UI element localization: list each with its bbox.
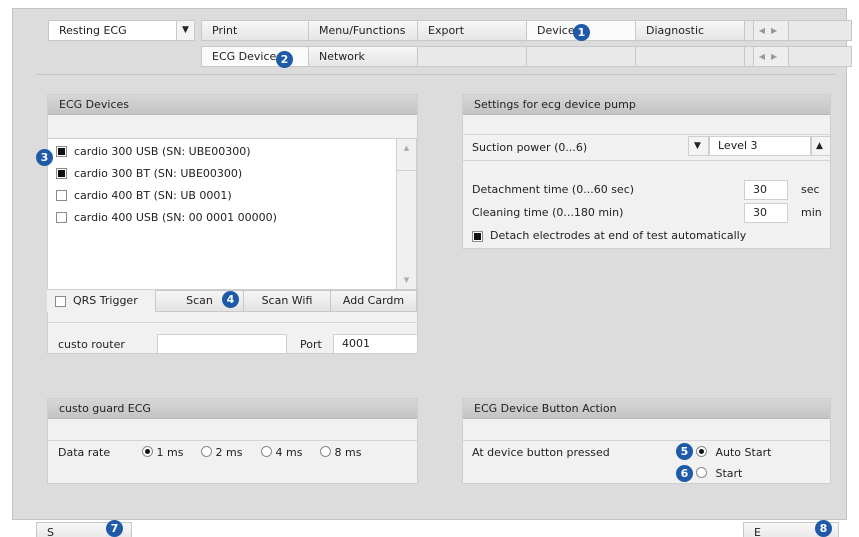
ecg-device-list: cardio 300 USB (SN: UBE00300) cardio 300…	[47, 138, 397, 290]
callout-badge-8: 8	[815, 520, 832, 537]
ecg-devices-title: ECG Devices	[48, 95, 417, 115]
cleaning-time-input[interactable]: 30	[744, 203, 788, 223]
qrs-trigger-label: QRS Trigger	[73, 294, 138, 307]
rate-label: 1 ms	[156, 446, 184, 459]
tab-divider	[36, 74, 836, 75]
tab-scroll-arrows-icon[interactable]: ◀▶	[753, 20, 789, 41]
device-label: cardio 300 USB (SN: UBE00300)	[74, 144, 251, 158]
detachment-unit: sec	[801, 183, 820, 196]
port-input[interactable]: 4001	[333, 334, 418, 354]
callout-badge-3: 3	[36, 149, 53, 166]
detach-auto-checkbox[interactable]	[472, 230, 483, 242]
rate-radio[interactable]	[261, 446, 272, 457]
detach-auto-label: Detach electrodes at end of test automat…	[490, 229, 747, 242]
qrs-trigger-checkbox[interactable]	[55, 295, 66, 307]
rate-label: 4 ms	[275, 446, 303, 459]
callout-badge-7: 7	[106, 520, 123, 537]
button-pressed-label: At device button pressed	[472, 446, 610, 459]
tab-export[interactable]: Export	[417, 20, 526, 41]
device-checkbox[interactable]	[56, 167, 67, 179]
suction-row-divider	[462, 160, 831, 161]
rate-option-2ms[interactable]: 2 ms	[201, 446, 242, 460]
start-radio[interactable]	[696, 467, 707, 478]
auto-start-option[interactable]: Auto Start	[696, 446, 771, 460]
device-checkbox[interactable]	[56, 145, 67, 157]
device-list-scrollbar[interactable]: ▲ ▼	[397, 138, 417, 290]
callout-badge-1: 1	[573, 24, 590, 41]
list-item[interactable]: cardio 400 USB (SN: 00 0001 00000)	[56, 209, 277, 225]
pump-settings-title: Settings for ecg device pump	[463, 95, 830, 115]
sub-tab-blank-3	[635, 46, 744, 67]
guard-ecg-panel: custo guard ECG	[47, 398, 418, 484]
scroll-down-icon[interactable]: ▼	[397, 271, 416, 289]
mode-select[interactable]: Resting ECG ▼	[48, 20, 195, 41]
rate-radio[interactable]	[142, 446, 153, 457]
rate-option-8ms[interactable]: 8 ms	[320, 446, 361, 460]
router-label: custo router	[58, 338, 125, 351]
cleaning-unit: min	[801, 206, 822, 219]
scrollbar-thumb[interactable]	[397, 157, 416, 171]
suction-power-label: Suction power (0...6)	[472, 141, 588, 154]
suction-power-value[interactable]: Level 3	[709, 136, 811, 156]
mode-select-value: Resting ECG	[59, 24, 127, 37]
rate-label: 2 ms	[215, 446, 243, 459]
list-item[interactable]: cardio 400 BT (SN: UB 0001)	[56, 187, 232, 203]
guard-ecg-title: custo guard ECG	[48, 399, 417, 419]
sub-tab-blank-1	[417, 46, 526, 67]
rate-radio[interactable]	[201, 446, 212, 457]
qrs-trigger-option[interactable]: QRS Trigger	[47, 290, 155, 312]
pump-row-divider	[462, 134, 831, 135]
port-label: Port	[300, 338, 322, 351]
app-window: Resting ECG ▼ Print Menu/Functions Expor…	[0, 0, 859, 537]
tab-network[interactable]: Network	[308, 46, 417, 67]
rate-option-4ms[interactable]: 4 ms	[261, 446, 302, 460]
suction-down-icon[interactable]: ▼	[688, 136, 709, 156]
detachment-time-input[interactable]: 30	[744, 180, 788, 200]
scroll-up-icon[interactable]: ▲	[397, 139, 416, 157]
tab-diagnostic[interactable]: Diagnostic	[635, 20, 744, 41]
button-action-panel: ECG Device Button Action	[462, 398, 831, 484]
suction-up-icon[interactable]: ▲	[811, 136, 831, 156]
detachment-time-label: Detachment time (0...60 sec)	[472, 183, 635, 196]
list-item[interactable]: cardio 300 BT (SN: UBE00300)	[56, 165, 242, 181]
device-checkbox[interactable]	[56, 211, 67, 223]
subtab-scroll-arrows-icon[interactable]: ◀▶	[753, 46, 789, 67]
action-row-divider	[462, 440, 831, 441]
detach-auto-option[interactable]: Detach electrodes at end of test automat…	[472, 229, 746, 243]
cleaning-time-label: Cleaning time (0...180 min)	[472, 206, 624, 219]
tab-menu-functions[interactable]: Menu/Functions	[308, 20, 417, 41]
start-label: Start	[715, 467, 743, 480]
router-input[interactable]	[157, 334, 287, 354]
pump-settings-panel: Settings for ecg device pump	[462, 94, 831, 249]
tab-print[interactable]: Print	[201, 20, 308, 41]
rate-radio[interactable]	[320, 446, 331, 457]
start-option[interactable]: Start	[696, 467, 742, 481]
callout-badge-6: 6	[676, 465, 693, 482]
device-checkbox[interactable]	[56, 189, 67, 201]
list-item[interactable]: cardio 300 USB (SN: UBE00300)	[56, 143, 251, 159]
rate-label: 8 ms	[334, 446, 362, 459]
auto-start-radio[interactable]	[696, 446, 707, 457]
router-row-divider	[48, 322, 418, 323]
guard-row-divider	[47, 440, 418, 441]
callout-badge-2: 2	[276, 51, 293, 68]
scan-wifi-button[interactable]: Scan Wifi	[243, 290, 330, 312]
device-label: cardio 300 BT (SN: UBE00300)	[74, 166, 243, 180]
device-label: cardio 400 BT (SN: UB 0001)	[74, 188, 232, 202]
device-label: cardio 400 USB (SN: 00 0001 00000)	[74, 210, 277, 224]
button-action-title: ECG Device Button Action	[463, 399, 830, 419]
chevron-down-icon[interactable]: ▼	[176, 21, 194, 40]
sub-tab-blank-2	[526, 46, 635, 67]
data-rate-label: Data rate	[58, 446, 111, 459]
add-cardm-button[interactable]: Add Cardm	[330, 290, 417, 312]
auto-start-label: Auto Start	[715, 446, 772, 459]
callout-badge-5: 5	[676, 443, 693, 460]
callout-badge-4: 4	[222, 291, 239, 308]
rate-option-1ms[interactable]: 1 ms	[142, 446, 183, 460]
